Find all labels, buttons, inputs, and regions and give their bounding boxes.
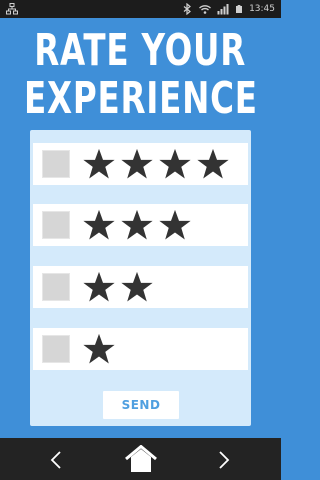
battery-icon [236, 5, 243, 13]
rating-checkbox-3[interactable] [42, 211, 70, 239]
star-icon [159, 209, 191, 240]
status-time: 13:45 [249, 4, 275, 14]
star-icon [159, 148, 191, 179]
status-bar: 13:45 [0, 0, 281, 18]
star-group [82, 332, 116, 366]
rating-checkbox-1[interactable] [42, 335, 70, 363]
star-icon [83, 333, 115, 364]
send-button[interactable]: SEND [103, 391, 179, 419]
rating-checkbox-4[interactable] [42, 150, 70, 178]
back-icon[interactable] [47, 450, 67, 470]
rating-checkbox-2[interactable] [42, 273, 70, 301]
rating-panel: SEND [30, 130, 251, 426]
rating-row-3-stars[interactable] [33, 204, 248, 246]
star-group [82, 208, 192, 242]
rating-row-4-stars[interactable] [33, 143, 248, 185]
star-icon [121, 209, 153, 240]
home-icon[interactable] [125, 445, 157, 473]
title-line-1: RATE YOUR [34, 25, 247, 76]
signal-icon [217, 4, 229, 15]
rating-row-1-star[interactable] [33, 328, 248, 370]
star-icon [83, 271, 115, 302]
star-icon [83, 148, 115, 179]
bluetooth-icon [183, 3, 191, 15]
title-line-2: EXPERIENCE [23, 73, 258, 124]
star-group [82, 270, 154, 304]
rating-row-2-stars[interactable] [33, 266, 248, 308]
network-icon [6, 3, 18, 15]
page-title: RATE YOUR EXPERIENCE [0, 24, 281, 126]
navigation-bar [0, 438, 281, 480]
forward-icon[interactable] [213, 450, 233, 470]
wifi-icon [199, 5, 212, 14]
star-icon [121, 271, 153, 302]
star-icon [83, 209, 115, 240]
star-group [82, 147, 230, 181]
star-icon [121, 148, 153, 179]
star-icon [197, 148, 229, 179]
